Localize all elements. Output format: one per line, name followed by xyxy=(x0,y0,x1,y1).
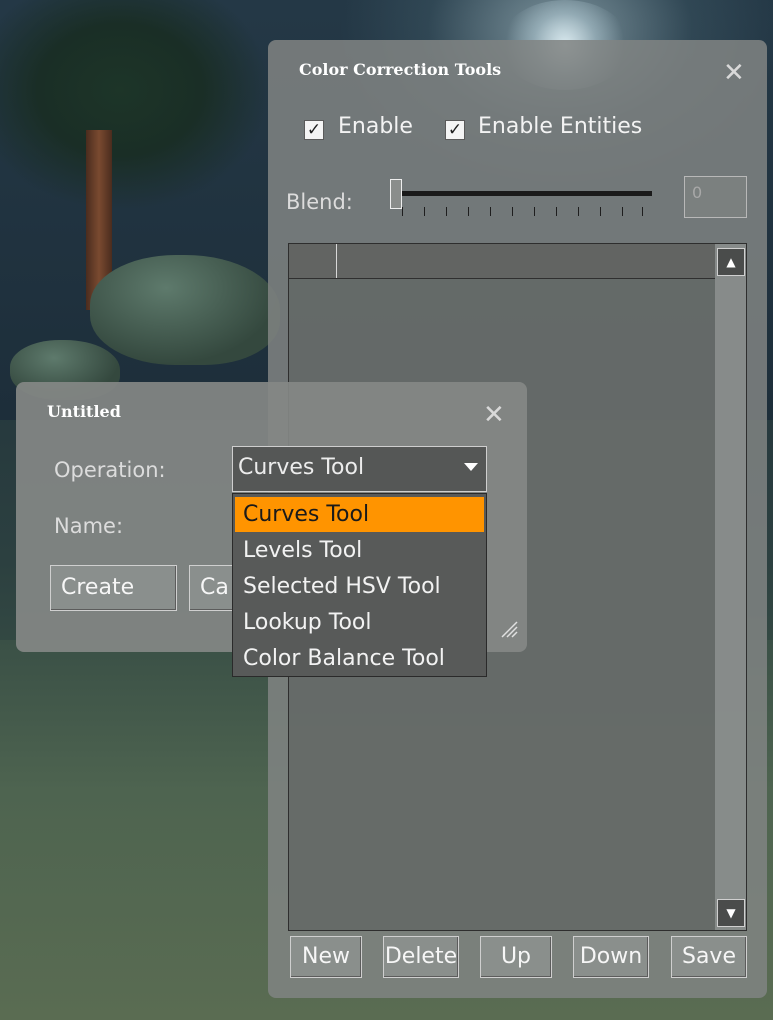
slider-tick xyxy=(534,207,535,216)
menu-item-levels-tool[interactable]: Levels Tool xyxy=(235,533,484,568)
slider-tick xyxy=(642,207,643,216)
checkmark-icon: ✓ xyxy=(306,120,322,140)
slider-tick xyxy=(402,207,403,216)
game-scene-background: Color Correction Tools ✕ ✓ Enable ✓ Enab… xyxy=(0,0,773,1020)
slider-tick xyxy=(446,207,447,216)
enable-entities-checkbox[interactable]: ✓ xyxy=(445,120,465,140)
close-icon[interactable]: ✕ xyxy=(723,60,745,86)
operation-label: Operation: xyxy=(54,458,166,482)
slider-tick xyxy=(622,207,623,216)
down-button[interactable]: Down xyxy=(573,936,649,978)
slider-tick xyxy=(578,207,579,216)
slider-tick xyxy=(490,207,491,216)
name-label: Name: xyxy=(54,514,124,538)
blend-label: Blend: xyxy=(286,190,353,214)
close-icon[interactable]: ✕ xyxy=(483,402,505,428)
create-button[interactable]: Create xyxy=(50,565,177,611)
list-scrollbar[interactable] xyxy=(715,244,746,930)
slider-track xyxy=(390,191,652,196)
resize-grip-icon[interactable] xyxy=(500,620,518,638)
dropdown-selected-value: Curves Tool xyxy=(238,455,365,480)
up-button[interactable]: Up xyxy=(480,936,552,978)
slider-tick xyxy=(468,207,469,216)
blend-slider[interactable] xyxy=(388,177,653,227)
enable-entities-label: Enable Entities xyxy=(478,114,643,139)
blend-value-field[interactable]: 0 xyxy=(684,176,747,218)
save-button[interactable]: Save xyxy=(671,936,747,978)
list-header-column[interactable] xyxy=(289,244,337,278)
operation-menu: Curves Tool Levels Tool Selected HSV Too… xyxy=(232,493,487,677)
menu-item-curves-tool[interactable]: Curves Tool xyxy=(235,497,484,532)
scroll-up-icon[interactable]: ▲ xyxy=(717,248,745,276)
menu-item-lookup-tool[interactable]: Lookup Tool xyxy=(235,605,484,640)
panel-title: Color Correction Tools xyxy=(299,60,502,79)
dialog-title: Untitled xyxy=(47,402,121,421)
menu-item-selected-hsv-tool[interactable]: Selected HSV Tool xyxy=(235,569,484,604)
enable-checkbox[interactable]: ✓ xyxy=(304,120,324,140)
slider-thumb[interactable] xyxy=(390,179,402,209)
slider-tick xyxy=(424,207,425,216)
delete-button[interactable]: Delete xyxy=(383,936,459,978)
slider-tick xyxy=(512,207,513,216)
chevron-down-icon xyxy=(464,463,478,471)
new-button[interactable]: New xyxy=(290,936,362,978)
list-header xyxy=(289,244,715,279)
operation-dropdown[interactable]: Curves Tool xyxy=(232,446,487,492)
rock xyxy=(90,255,280,365)
scroll-down-icon[interactable]: ▼ xyxy=(717,899,745,927)
slider-tick xyxy=(556,207,557,216)
slider-tick xyxy=(600,207,601,216)
menu-item-color-balance-tool[interactable]: Color Balance Tool xyxy=(235,641,484,676)
checkmark-icon: ✓ xyxy=(447,120,463,140)
enable-label: Enable xyxy=(338,114,413,139)
tree-canopy xyxy=(0,0,290,250)
